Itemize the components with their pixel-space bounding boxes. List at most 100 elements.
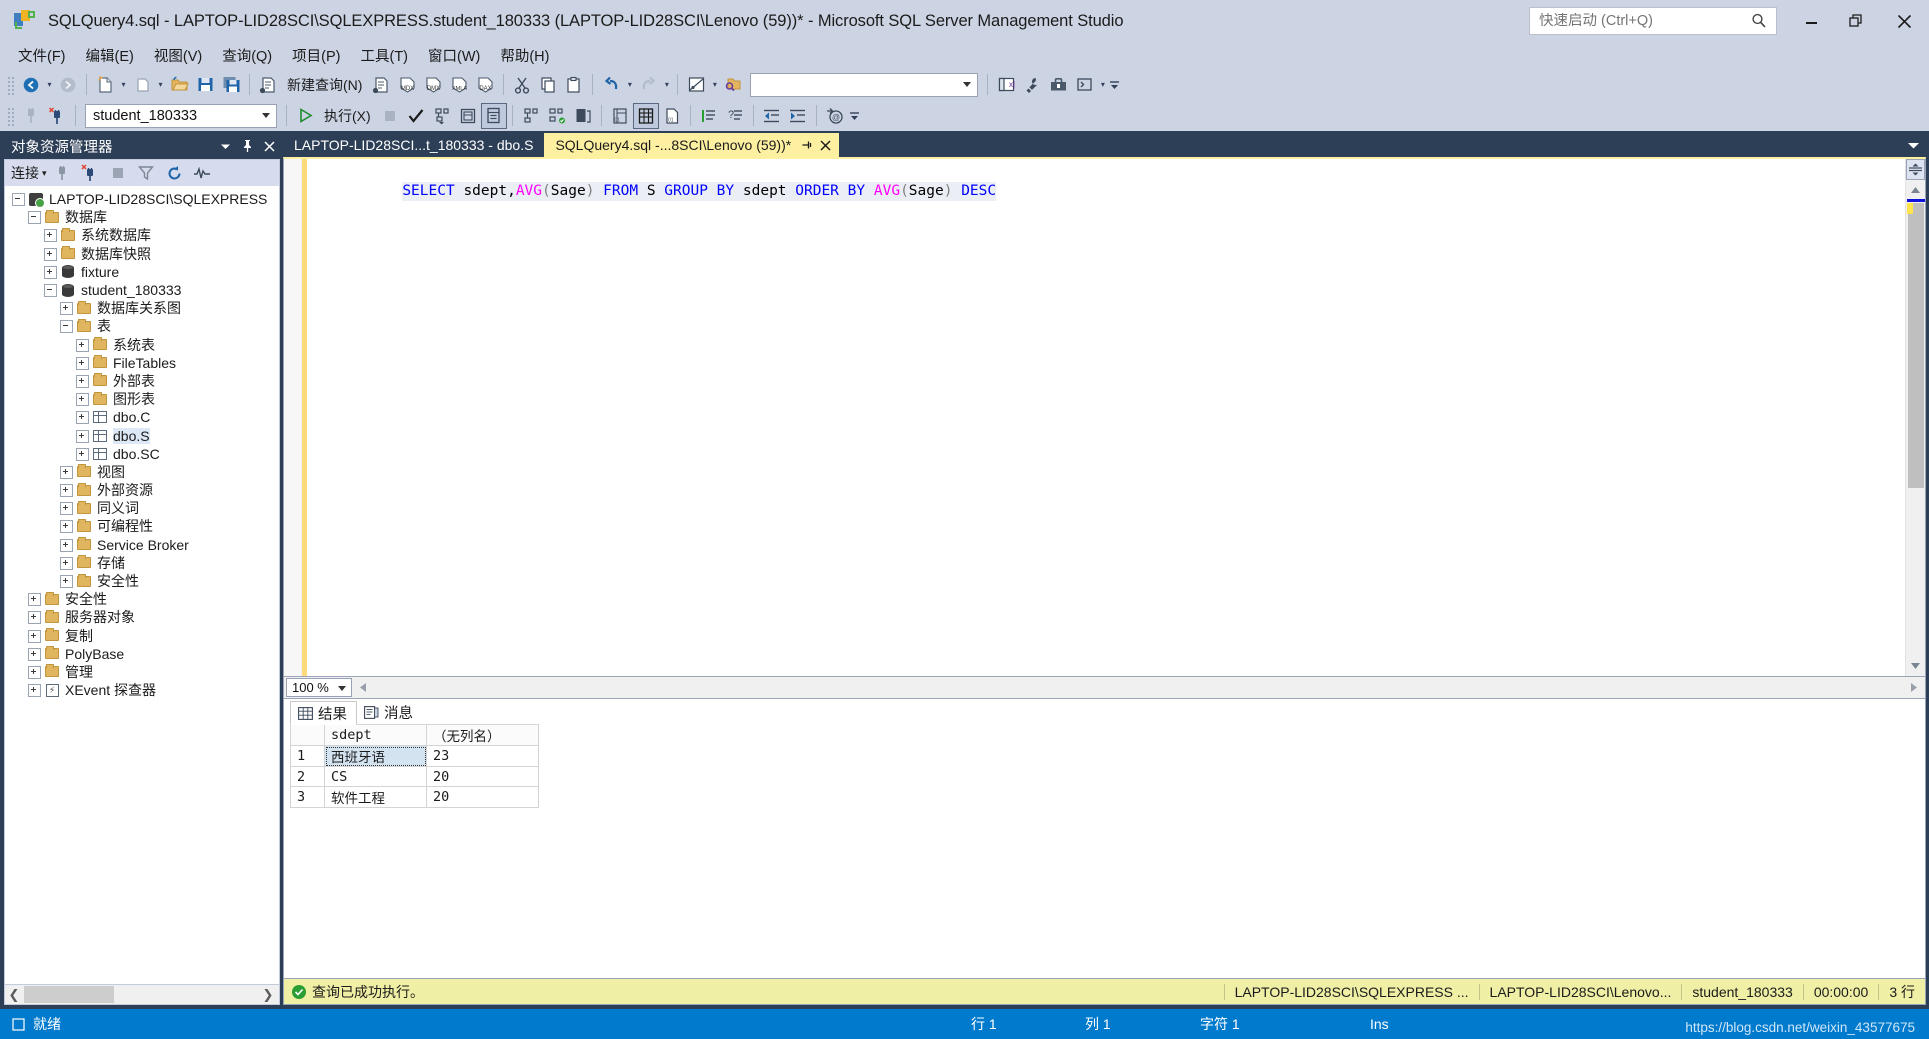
new-mdx-query-icon[interactable]: MDX bbox=[394, 72, 420, 98]
expand-plus-icon[interactable] bbox=[75, 429, 89, 443]
include-actual-execution-plan-icon[interactable] bbox=[480, 102, 507, 129]
save-all-icon[interactable] bbox=[218, 72, 244, 98]
database-combo[interactable]: student_180333 bbox=[85, 103, 277, 128]
window-position-chevron-icon[interactable] bbox=[214, 135, 236, 157]
sql-editor[interactable]: SELECT sdept,AVG(Sage) FROM S GROUP BY s… bbox=[283, 157, 1926, 677]
scroll-down-icon[interactable] bbox=[1906, 658, 1925, 674]
tree-node[interactable]: 图形表 bbox=[5, 390, 279, 408]
connect-icon[interactable] bbox=[18, 103, 44, 129]
disconnect-icon[interactable] bbox=[78, 162, 103, 185]
expand-plus-icon[interactable] bbox=[59, 519, 73, 534]
results-grid-column-header[interactable]: sdept bbox=[324, 724, 427, 746]
scroll-left-icon[interactable]: ❮ bbox=[5, 986, 23, 1004]
editor-split-handle[interactable] bbox=[1906, 159, 1925, 180]
new-xmla-query-icon[interactable]: XMLA bbox=[446, 72, 472, 98]
refresh-icon[interactable] bbox=[162, 162, 187, 185]
object-explorer-icon[interactable]: x| bbox=[993, 72, 1019, 98]
tab-table-designer[interactable]: LAPTOP-LID28SCI...t_180333 - dbo.S bbox=[283, 133, 545, 157]
comment-block-dropdown-icon[interactable]: ▾ bbox=[709, 72, 720, 98]
expand-plus-icon[interactable] bbox=[59, 301, 73, 316]
tab-sqlquery4[interactable]: SQLQuery4.sql -...8SCI\Lenovo (59))* bbox=[544, 133, 840, 157]
auto-hide-pin-icon[interactable] bbox=[236, 135, 258, 157]
results-grid-row-number[interactable]: 3 bbox=[290, 786, 325, 808]
tree-node[interactable]: 复制 bbox=[5, 627, 279, 645]
new-query-with-current-connection-icon[interactable] bbox=[368, 72, 394, 98]
editor-zoom-combo[interactable]: 100 % bbox=[286, 678, 352, 697]
copy-icon[interactable] bbox=[535, 72, 561, 98]
expand-plus-icon[interactable] bbox=[59, 556, 73, 570]
tree-node[interactable]: LAPTOP-LID28SCI\SQLEXPRESS bbox=[5, 190, 279, 208]
expand-plus-icon[interactable] bbox=[75, 356, 89, 370]
expand-plus-icon[interactable] bbox=[59, 501, 73, 516]
editor-code[interactable]: SELECT sdept,AVG(Sage) FROM S GROUP BY s… bbox=[307, 159, 1905, 676]
menu-tools[interactable]: 工具(T) bbox=[350, 42, 418, 69]
undo-dropdown-icon[interactable]: ▾ bbox=[624, 72, 635, 98]
tab-results[interactable]: 结果 bbox=[290, 701, 357, 725]
scrollbar-thumb[interactable] bbox=[1908, 203, 1924, 488]
quick-launch-box[interactable] bbox=[1529, 7, 1777, 35]
undo-icon[interactable] bbox=[598, 72, 624, 98]
new-project-dropdown-icon[interactable]: ▾ bbox=[118, 72, 129, 98]
new-dax-query-icon[interactable]: DAX bbox=[472, 72, 498, 98]
tree-node[interactable]: 存储 bbox=[5, 554, 279, 572]
new-query-button[interactable]: 新建查询(N) bbox=[281, 72, 368, 98]
stop-icon[interactable] bbox=[377, 103, 403, 129]
expand-plus-icon[interactable] bbox=[59, 483, 73, 498]
tree-node[interactable]: 管理 bbox=[5, 663, 279, 681]
results-to-file-icon[interactable]: 01 bbox=[659, 103, 685, 129]
editor-vertical-scrollbar[interactable] bbox=[1905, 159, 1925, 676]
include-client-statistics-icon[interactable] bbox=[518, 103, 544, 129]
menu-query[interactable]: 查询(Q) bbox=[212, 42, 282, 69]
results-grid-cell[interactable]: 20 bbox=[426, 786, 539, 808]
cut-icon[interactable] bbox=[509, 72, 535, 98]
toolbar-grip[interactable] bbox=[6, 105, 15, 126]
quick-launch-input[interactable] bbox=[1539, 13, 1745, 29]
tree-node[interactable]: PolyBase bbox=[5, 645, 279, 663]
expand-plus-icon[interactable] bbox=[59, 574, 73, 589]
results-grid-cell[interactable]: CS bbox=[324, 766, 427, 787]
comment-lines-icon[interactable] bbox=[696, 103, 722, 129]
tree-node[interactable]: 数据库快照 bbox=[5, 245, 279, 263]
redo-dropdown-icon[interactable]: ▾ bbox=[661, 72, 672, 98]
expand-plus-icon[interactable] bbox=[27, 647, 41, 661]
tab-messages[interactable]: 消息 bbox=[357, 700, 422, 724]
tree-node[interactable]: 数据库关系图 bbox=[5, 299, 279, 317]
menu-view[interactable]: 视图(V) bbox=[144, 42, 212, 69]
navigate-back-dropdown-icon[interactable]: ▾ bbox=[44, 72, 55, 98]
menu-project[interactable]: 项目(P) bbox=[282, 42, 350, 69]
results-to-text-grid-icon[interactable]: 01 bbox=[607, 103, 633, 129]
expand-plus-icon[interactable] bbox=[75, 410, 89, 425]
auto-hide-pin-icon[interactable] bbox=[797, 136, 816, 155]
expand-plus-icon[interactable] bbox=[75, 374, 89, 388]
chevron-down-icon[interactable] bbox=[963, 81, 972, 87]
collapse-minus-icon[interactable] bbox=[27, 210, 41, 225]
tree-node[interactable]: 视图 bbox=[5, 463, 279, 481]
expand-plus-icon[interactable] bbox=[43, 247, 57, 261]
tree-node[interactable]: FileTables bbox=[5, 354, 279, 372]
results-grid[interactable]: sdept （无列名） 1 西班牙语 23 2 CS 20 3 软件工程 20 bbox=[290, 724, 539, 808]
expand-plus-icon[interactable] bbox=[27, 592, 41, 607]
navigate-back-icon[interactable] bbox=[18, 72, 44, 98]
toolbar-overflow-icon[interactable] bbox=[1108, 72, 1121, 98]
expand-plus-icon[interactable] bbox=[59, 538, 73, 552]
stop-icon[interactable] bbox=[106, 162, 131, 185]
expand-plus-icon[interactable] bbox=[27, 610, 41, 625]
execute-button[interactable]: 执行(X) bbox=[318, 103, 377, 129]
open-file-icon[interactable] bbox=[166, 72, 192, 98]
filter-icon[interactable] bbox=[134, 162, 159, 185]
parse-icon[interactable] bbox=[403, 103, 429, 129]
display-estimated-plan-icon[interactable] bbox=[429, 103, 455, 129]
results-grid-row-number[interactable]: 2 bbox=[290, 766, 325, 787]
expand-plus-icon[interactable] bbox=[75, 447, 89, 461]
tree-node[interactable]: dbo.S bbox=[5, 426, 279, 444]
menu-file[interactable]: 文件(F) bbox=[8, 42, 76, 69]
chevron-down-icon[interactable] bbox=[338, 686, 346, 691]
object-explorer-horizontal-scrollbar[interactable]: ❮ ❯ bbox=[4, 985, 280, 1005]
new-query-icon[interactable] bbox=[255, 72, 281, 98]
redo-icon[interactable] bbox=[635, 72, 661, 98]
include-live-query-statistics-icon[interactable] bbox=[544, 103, 570, 129]
results-grid-row[interactable]: 2 CS 20 bbox=[290, 766, 539, 787]
tree-node[interactable]: 安全性 bbox=[5, 572, 279, 590]
tab-list-chevron-icon[interactable] bbox=[1900, 133, 1926, 157]
results-grid-column-header[interactable]: （无列名） bbox=[426, 724, 539, 746]
